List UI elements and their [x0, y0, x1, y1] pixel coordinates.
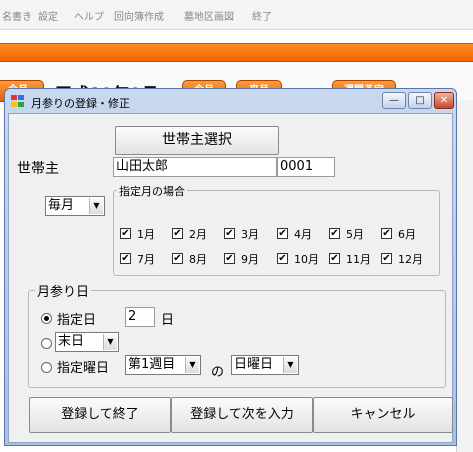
month-label: 8月 — [189, 253, 207, 266]
month-label: 10月 — [294, 253, 319, 266]
month-label: 6月 — [398, 228, 416, 241]
checkbox[interactable]: ✔ — [224, 228, 235, 239]
of-label: の — [211, 365, 225, 380]
day-unit-label: 日 — [161, 313, 175, 328]
check-icon: ✔ — [225, 228, 234, 239]
app-scroll-region — [456, 100, 473, 452]
app-toolbar-band — [0, 43, 473, 62]
check-icon: ✔ — [382, 228, 391, 239]
specified-day-label: 指定日 — [57, 313, 97, 328]
close-button[interactable]: ✕ — [434, 92, 454, 109]
checkbox[interactable]: ✔ — [172, 228, 183, 239]
weekday-value: 日曜日 — [234, 357, 274, 372]
household-name-field[interactable]: 山田太郎 — [113, 157, 277, 177]
checkbox[interactable]: ✔ — [120, 253, 131, 264]
checkbox[interactable]: ✔ — [329, 228, 340, 239]
month-label: 12月 — [398, 253, 423, 266]
chevron-down-icon: ▼ — [103, 334, 117, 350]
frequency-select[interactable]: 毎月 ▼ — [45, 196, 105, 216]
chevron-down-icon: ▼ — [89, 198, 103, 214]
select-household-button[interactable]: 世帯主選択 — [115, 126, 279, 155]
chevron-down-icon: ▼ — [283, 357, 297, 373]
weekday-select[interactable]: 日曜日 ▼ — [231, 355, 299, 375]
close-icon: ✕ — [439, 95, 449, 106]
checkbox[interactable]: ✔ — [381, 253, 392, 264]
menu-item-exit[interactable]: 終了 — [252, 8, 272, 23]
maximize-icon: □ — [415, 95, 425, 106]
checkbox[interactable]: ✔ — [329, 253, 340, 264]
check-icon: ✔ — [382, 253, 391, 264]
household-code-field[interactable]: 0001 — [277, 157, 335, 177]
frequency-value: 毎月 — [48, 198, 75, 213]
dialog-titlebar[interactable]: 月参りの登録・修正 — □ ✕ — [5, 89, 456, 113]
month-label: 9月 — [241, 253, 259, 266]
month-label: 2月 — [189, 228, 207, 241]
end-of-month-radio[interactable] — [41, 338, 52, 349]
chevron-down-icon: ▼ — [185, 357, 199, 373]
end-of-month-value: 末日 — [58, 334, 85, 349]
month-label: 1月 — [137, 228, 155, 241]
visit-registration-dialog: 月参りの登録・修正 — □ ✕ 世帯主選択 世帯主 山田太郎 0001 毎月 ▼… — [4, 88, 457, 446]
month-label: 3月 — [241, 228, 259, 241]
check-icon: ✔ — [173, 253, 182, 264]
minimize-button[interactable]: — — [382, 92, 406, 109]
check-icon: ✔ — [173, 228, 182, 239]
menu-item-help[interactable]: ヘルプ — [74, 8, 104, 23]
checkbox[interactable]: ✔ — [120, 228, 131, 239]
specified-weekday-radio[interactable] — [41, 362, 52, 373]
dialog-title: 月参りの登録・修正 — [31, 97, 130, 110]
month-label: 5月 — [346, 228, 364, 241]
check-icon: ✔ — [225, 253, 234, 264]
month-label: 11月 — [346, 253, 371, 266]
maximize-button[interactable]: □ — [408, 92, 432, 109]
menu-item-name-writing[interactable]: 名書き — [2, 8, 32, 23]
app-icon — [11, 95, 24, 107]
minimize-icon: — — [389, 95, 399, 106]
visit-day-group-label: 月参り日 — [35, 281, 92, 300]
menu-item-cemetery-map[interactable]: 墓地区画図 — [184, 8, 234, 23]
household-label: 世帯主 — [17, 161, 59, 177]
specified-day-radio[interactable] — [41, 313, 52, 324]
menu-item-settings[interactable]: 設定 — [38, 8, 58, 23]
checkbox[interactable]: ✔ — [172, 253, 183, 264]
menu-item-memorial-register[interactable]: 回向簿作成 — [114, 8, 164, 23]
check-icon: ✔ — [121, 253, 130, 264]
check-icon: ✔ — [121, 228, 130, 239]
app-menubar: 名書き 設定 ヘルプ 回向簿作成 墓地区画図 終了 — [0, 0, 473, 30]
checkbox[interactable]: ✔ — [277, 253, 288, 264]
day-number-field[interactable]: 2 — [125, 307, 155, 327]
specified-weekday-label: 指定曜日 — [57, 361, 110, 376]
check-icon: ✔ — [278, 228, 287, 239]
end-of-month-select[interactable]: 末日 ▼ — [55, 332, 119, 352]
cancel-button[interactable]: キャンセル — [313, 397, 453, 433]
checkbox[interactable]: ✔ — [277, 228, 288, 239]
week-number-value: 第1週目 — [128, 357, 176, 372]
specified-month-group-label: 指定月の場合 — [117, 183, 187, 199]
dialog-client-area: 世帯主選択 世帯主 山田太郎 0001 毎月 ▼ 指定月の場合 ✔ 1月 ✔ 2月 ✔ 3… — [8, 113, 453, 443]
register-and-exit-button[interactable]: 登録して終了 — [29, 397, 171, 433]
check-icon: ✔ — [278, 253, 287, 264]
month-label: 7月 — [137, 253, 155, 266]
register-and-next-button[interactable]: 登録して次を入力 — [171, 397, 313, 433]
week-number-select[interactable]: 第1週目 ▼ — [125, 355, 201, 375]
checkbox[interactable]: ✔ — [381, 228, 392, 239]
check-icon: ✔ — [330, 228, 339, 239]
checkbox[interactable]: ✔ — [224, 253, 235, 264]
check-icon: ✔ — [330, 253, 339, 264]
month-label: 4月 — [294, 228, 312, 241]
